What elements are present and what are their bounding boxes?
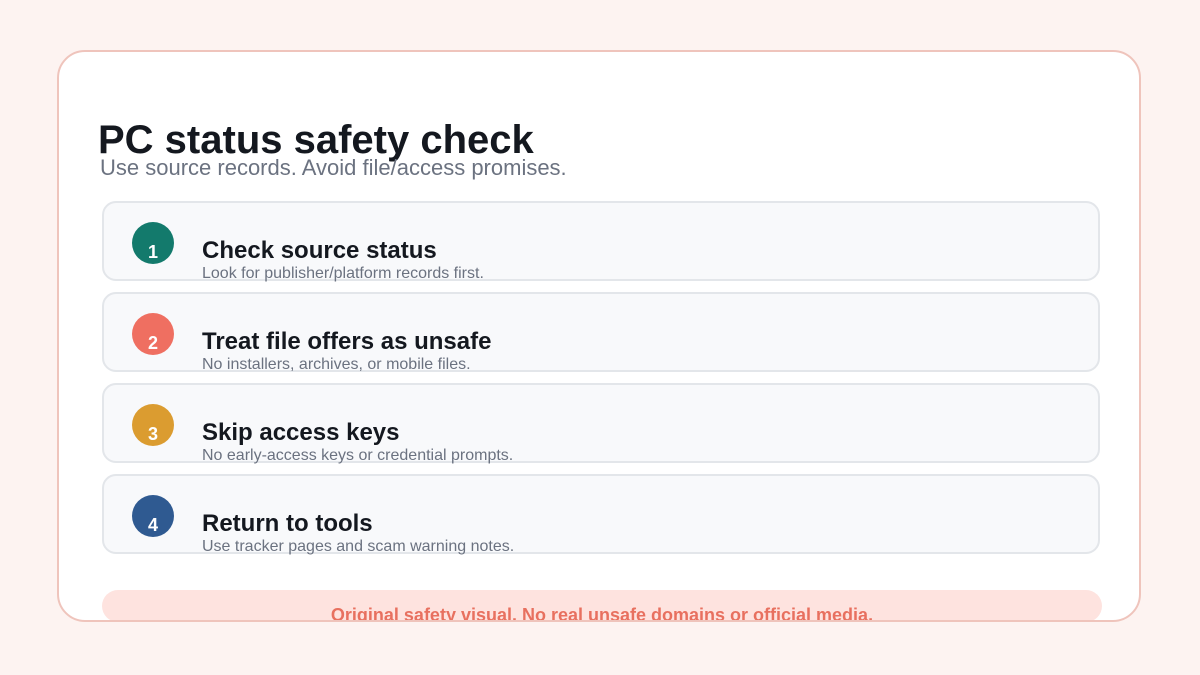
step-title: Skip access keys [202,419,400,446]
step-description: Look for publisher/platform records firs… [202,265,484,282]
step-title: Return to tools [202,510,373,537]
step-description: Use tracker pages and scam warning notes… [202,538,515,555]
step-card-treat-file-offers-unsafe: 2 Treat file offers as unsafe No install… [102,292,1100,373]
step-number-badge: 1 [132,222,174,264]
step-card-skip-access-keys: 3 Skip access keys No early-access keys … [102,383,1100,464]
step-card-check-source-status: 1 Check source status Look for publisher… [102,201,1100,282]
step-description: No installers, archives, or mobile files… [202,356,471,373]
step-title: Treat file offers as unsafe [202,328,492,355]
step-number-badge: 3 [132,404,174,446]
disclaimer-banner: Original safety visual. No real unsafe d… [102,590,1102,620]
step-description: No early-access keys or credential promp… [202,447,514,464]
step-number-badge: 2 [132,313,174,355]
step-number-badge: 4 [132,495,174,537]
safety-check-card: PC status safety check Use source record… [57,50,1141,622]
step-card-return-to-tools: 4 Return to tools Use tracker pages and … [102,474,1100,555]
page-subtitle: Use source records. Avoid file/access pr… [100,155,567,180]
step-title: Check source status [202,237,437,264]
